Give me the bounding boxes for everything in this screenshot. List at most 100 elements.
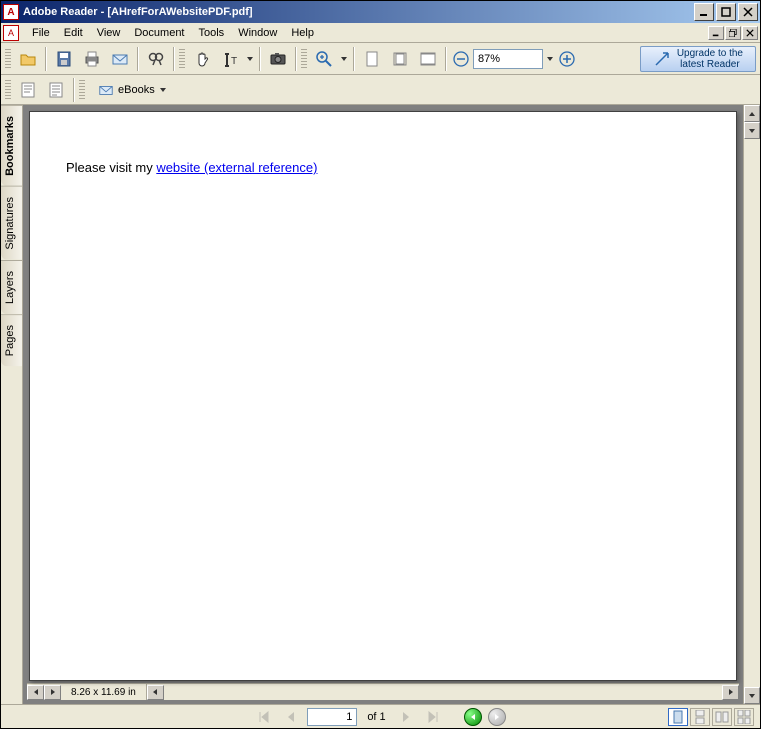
upgrade-button[interactable]: Upgrade to thelatest Reader (640, 46, 756, 72)
ebooks-label: eBooks (118, 84, 155, 96)
zoom-out-button[interactable] (451, 49, 471, 69)
menu-tools[interactable]: Tools (192, 25, 232, 41)
back-view-button[interactable] (464, 708, 482, 726)
email-button[interactable] (107, 46, 133, 72)
first-page-button[interactable] (255, 708, 275, 726)
document-link[interactable]: website (external reference) (156, 160, 317, 175)
toolbar-main: T Upgrade to thelatest Reader (1, 43, 760, 75)
page-viewport: Please visit my website (external refere… (27, 109, 739, 683)
text-select-button[interactable]: T (217, 46, 243, 72)
separator (445, 47, 447, 71)
svg-text:T: T (231, 56, 237, 67)
page-of-label: of 1 (363, 711, 389, 723)
fit-actual-button[interactable] (359, 46, 385, 72)
hand-tool-button[interactable] (189, 46, 215, 72)
separator (259, 47, 261, 71)
text-select-dropdown[interactable] (245, 55, 255, 63)
upgrade-text: Upgrade to thelatest Reader (677, 48, 743, 70)
vscroll-track[interactable] (744, 139, 760, 687)
tab-pages[interactable]: Pages (1, 314, 22, 366)
window-controls (694, 3, 758, 21)
mdi-close-button[interactable] (742, 26, 758, 40)
tab-bookmarks[interactable]: Bookmarks (1, 105, 22, 186)
vscroll-up-button[interactable] (744, 105, 760, 122)
zoom-in-button[interactable] (311, 46, 337, 72)
zoom-in-dropdown[interactable] (339, 55, 349, 63)
menu-edit[interactable]: Edit (57, 25, 90, 41)
separator (353, 47, 355, 71)
separator (173, 47, 175, 71)
view-mode-buttons (668, 708, 754, 726)
menu-view[interactable]: View (90, 25, 128, 41)
mdi-controls (708, 26, 758, 40)
toolbar-secondary: eBooks (1, 75, 760, 105)
toolbar-grip[interactable] (5, 49, 11, 69)
hscroll-left-button[interactable] (27, 685, 44, 700)
single-page-view-button[interactable] (668, 708, 688, 726)
separator (295, 47, 297, 71)
fit-page-button[interactable] (387, 46, 413, 72)
toolbar-grip[interactable] (5, 80, 11, 100)
toolbar-grip[interactable] (301, 49, 307, 69)
doc-icon: A (3, 25, 19, 41)
menu-file[interactable]: File (25, 25, 57, 41)
vscroll-down-button[interactable] (744, 687, 760, 704)
search-button[interactable] (143, 46, 169, 72)
hscroll-left2-button[interactable] (147, 685, 164, 700)
doc-text-prefix: Please visit my (66, 160, 156, 175)
reflow-button[interactable] (15, 77, 41, 103)
toolbar-grip[interactable] (179, 49, 185, 69)
fit-width-button[interactable] (415, 46, 441, 72)
mdi-restore-button[interactable] (725, 26, 741, 40)
toolbar-grip[interactable] (79, 80, 85, 100)
continuous-view-button[interactable] (690, 708, 710, 726)
separator (137, 47, 139, 71)
titlebar: A Adobe Reader - [AHrefForAWebsitePDF.pd… (1, 1, 760, 23)
zoom-in-small-button[interactable] (557, 49, 577, 69)
menubar: A File Edit View Document Tools Window H… (1, 23, 760, 43)
continuous-facing-view-button[interactable] (734, 708, 754, 726)
mdi-minimize-button[interactable] (708, 26, 724, 40)
hscroll-right2-button[interactable] (722, 685, 739, 700)
vertical-scrollbar (743, 105, 760, 704)
vscroll-menu-button[interactable] (744, 122, 760, 139)
menu-document[interactable]: Document (127, 25, 191, 41)
snapshot-button[interactable] (265, 46, 291, 72)
status-bar: 8.26 x 11.69 in (27, 683, 739, 700)
upgrade-icon (653, 50, 671, 68)
document-text: Please visit my website (external refere… (66, 160, 317, 175)
chevron-down-icon (159, 86, 167, 94)
facing-view-button[interactable] (712, 708, 732, 726)
navigation-bar: of 1 (1, 704, 760, 728)
separator (73, 78, 75, 102)
page-number-input[interactable] (307, 708, 357, 726)
prev-page-button[interactable] (281, 708, 301, 726)
forward-view-button[interactable] (488, 708, 506, 726)
page-dimensions: 8.26 x 11.69 in (61, 684, 147, 700)
menu-help[interactable]: Help (284, 25, 321, 41)
side-tabs: Bookmarks Signatures Layers Pages (1, 105, 23, 704)
ebooks-icon (98, 82, 114, 98)
save-button[interactable] (51, 46, 77, 72)
tab-signatures[interactable]: Signatures (1, 186, 22, 260)
hscroll-right-button[interactable] (44, 685, 61, 700)
ebooks-button[interactable]: eBooks (89, 79, 176, 101)
main-content: Please visit my website (external refere… (23, 105, 743, 704)
next-page-button[interactable] (396, 708, 416, 726)
zoom-input[interactable] (473, 49, 543, 69)
maximize-button[interactable] (716, 3, 736, 21)
close-button[interactable] (738, 3, 758, 21)
app-icon: A (3, 4, 19, 20)
minimize-button[interactable] (694, 3, 714, 21)
zoom-dropdown[interactable] (545, 55, 555, 63)
print-button[interactable] (79, 46, 105, 72)
open-button[interactable] (15, 46, 41, 72)
tab-layers[interactable]: Layers (1, 260, 22, 314)
last-page-button[interactable] (422, 708, 442, 726)
window-title: Adobe Reader - [AHrefForAWebsitePDF.pdf] (23, 6, 694, 18)
menu-window[interactable]: Window (231, 25, 284, 41)
separator (45, 47, 47, 71)
app-window: A Adobe Reader - [AHrefForAWebsitePDF.pd… (0, 0, 761, 729)
reflow2-button[interactable] (43, 77, 69, 103)
pdf-page: Please visit my website (external refere… (29, 111, 737, 681)
